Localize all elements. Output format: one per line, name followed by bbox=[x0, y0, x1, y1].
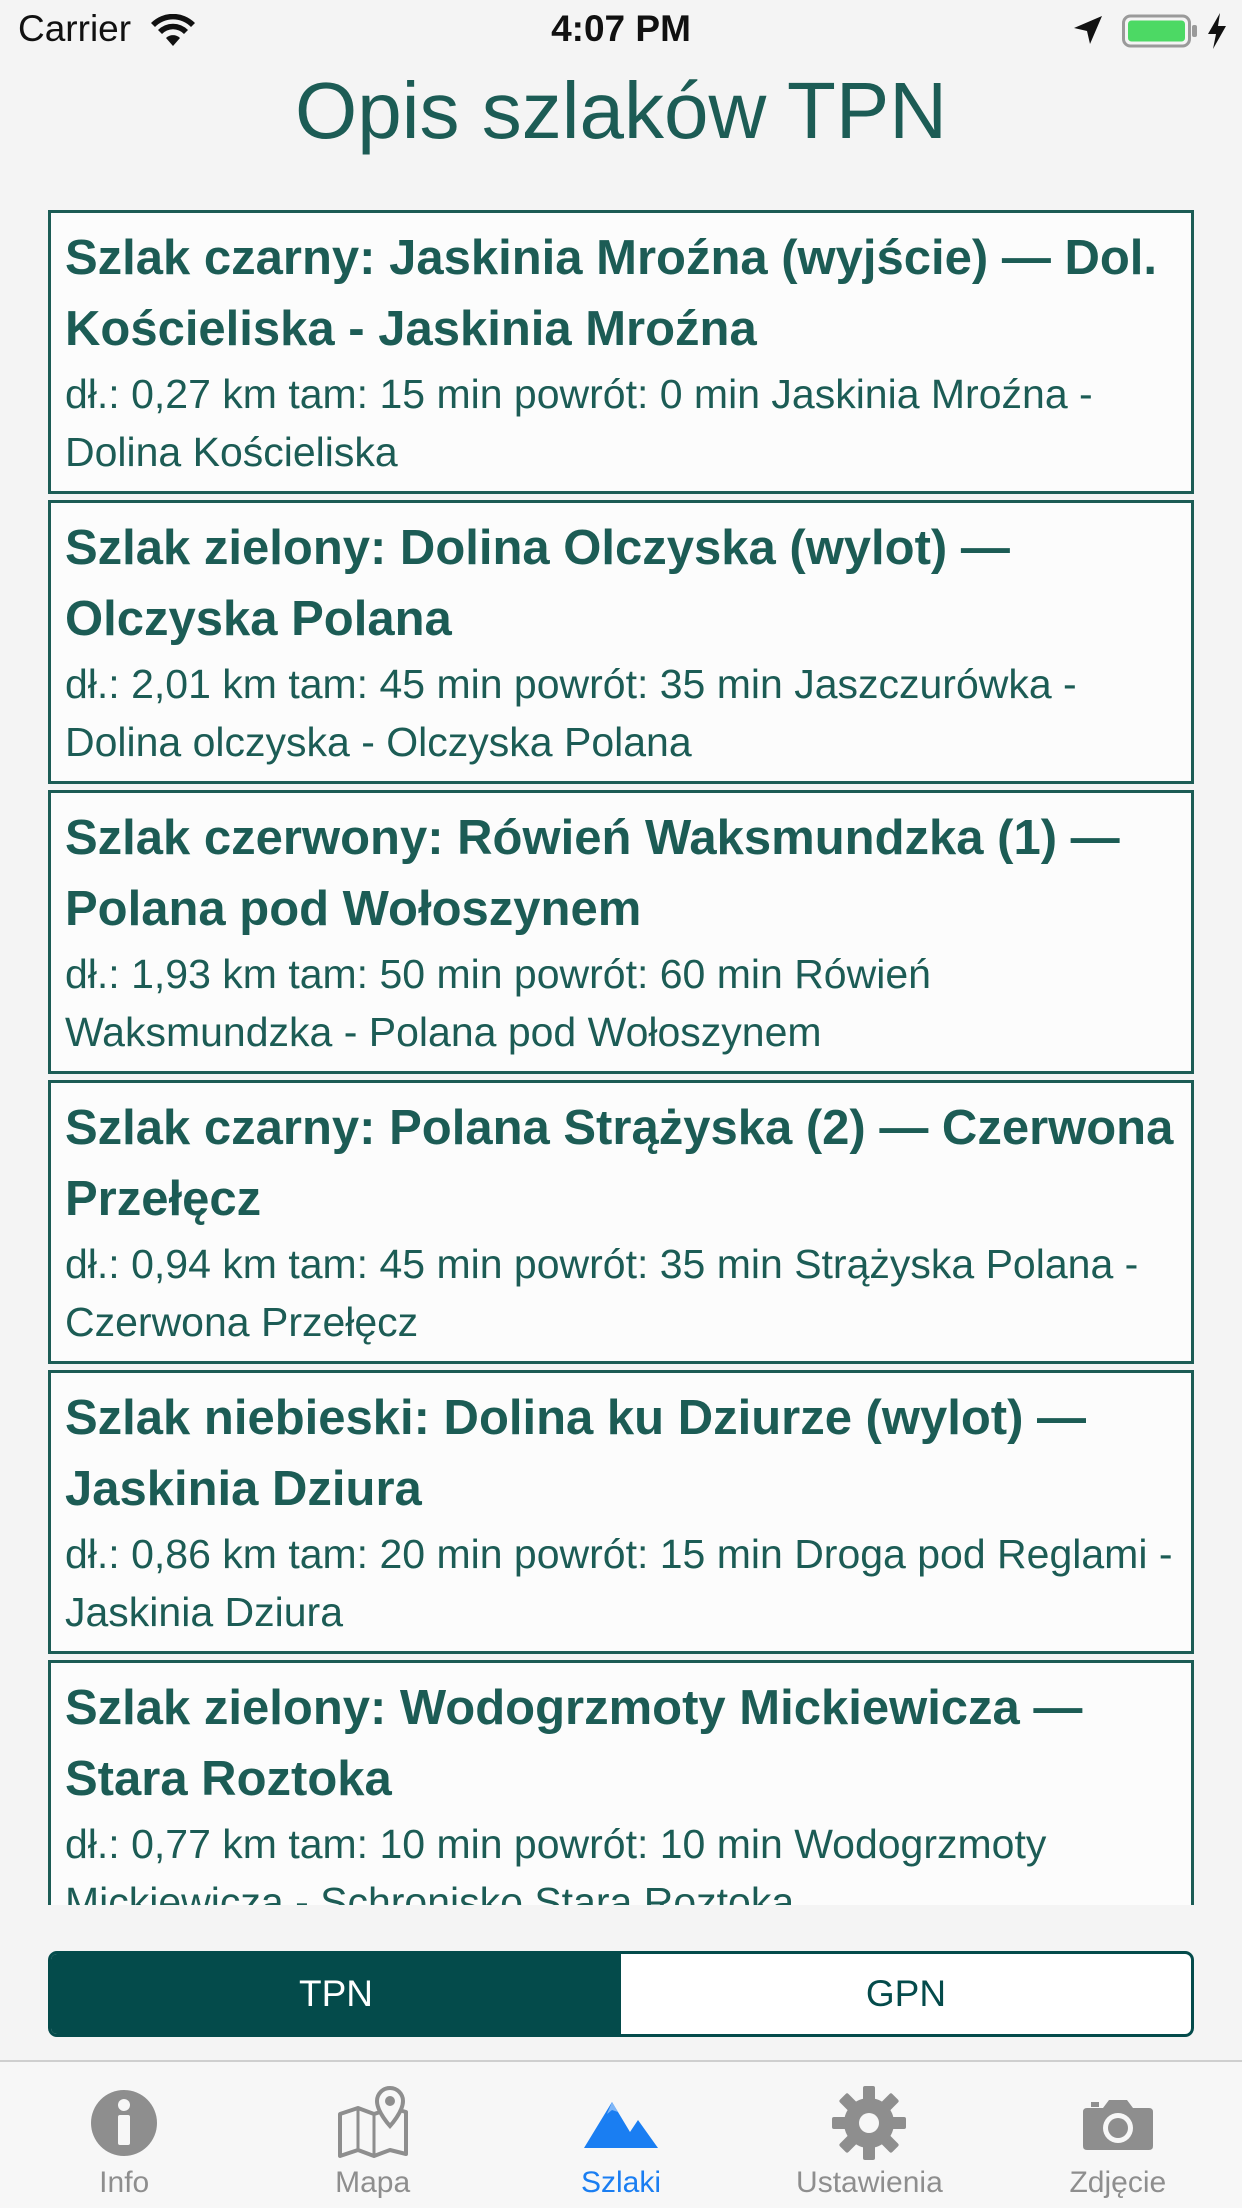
battery-icon bbox=[1122, 14, 1197, 48]
trail-title: Szlak zielony: Wodogrzmoty Mickiewicza —… bbox=[65, 1681, 1083, 1806]
trail-item[interactable]: Szlak czarny: Polana Strążyska (2) — Cze… bbox=[48, 1080, 1194, 1364]
tab-label: Mapa bbox=[335, 2166, 411, 2199]
tab-zdjecie[interactable]: Zdjęcie bbox=[994, 2062, 1242, 2208]
tab-ustawienia[interactable]: Ustawienia bbox=[745, 2062, 993, 2208]
status-bar: Carrier 4:07 PM bbox=[0, 0, 1242, 60]
mountain-icon bbox=[584, 2102, 659, 2148]
trail-description: dł.: 2,01 km tam: 45 min powrót: 35 min … bbox=[65, 661, 1077, 765]
trail-description: dł.: 0,94 km tam: 45 min powrót: 35 min … bbox=[65, 1241, 1139, 1345]
location-arrow-icon bbox=[1074, 16, 1102, 44]
segment-tpn[interactable]: TPN bbox=[51, 1954, 621, 2034]
trail-title: Szlak czarny: Polana Strążyska (2) — Cze… bbox=[65, 1101, 1174, 1226]
map-icon bbox=[337, 2085, 408, 2158]
trail-list[interactable]: Szlak czarny: Jaskinia Mroźna (wyjście) … bbox=[48, 210, 1194, 1905]
trail-title: Szlak zielony: Dolina Olczyska (wylot) —… bbox=[65, 521, 1010, 646]
clock: 4:07 PM bbox=[551, 8, 691, 49]
trail-title: Szlak czerwony: Rówień Waksmundzka (1) —… bbox=[65, 811, 1120, 936]
trail-description: dł.: 1,93 km tam: 50 min powrót: 60 min … bbox=[65, 951, 931, 1055]
park-segmented-control[interactable]: TPN GPN bbox=[48, 1951, 1194, 2037]
trail-item[interactable]: Szlak niebieski: Dolina ku Dziurze (wylo… bbox=[48, 1370, 1194, 1654]
tab-label: Szlaki bbox=[581, 2166, 662, 2199]
tab-info[interactable]: Info bbox=[0, 2062, 248, 2208]
trail-item[interactable]: Szlak czarny: Jaskinia Mroźna (wyjście) … bbox=[48, 210, 1194, 494]
gear-icon bbox=[832, 2086, 907, 2160]
trail-description: dł.: 0,77 km tam: 10 min powrót: 10 min … bbox=[65, 1821, 1047, 1905]
trail-item[interactable]: Szlak czerwony: Rówień Waksmundzka (1) —… bbox=[48, 790, 1194, 1074]
segment-gpn[interactable]: GPN bbox=[621, 1954, 1191, 2034]
tab-label: Ustawienia bbox=[796, 2166, 943, 2199]
tab-mapa[interactable]: Mapa bbox=[248, 2062, 496, 2208]
trail-item[interactable]: Szlak zielony: Dolina Olczyska (wylot) —… bbox=[48, 500, 1194, 784]
tab-label: Zdjęcie bbox=[1069, 2166, 1167, 2199]
trail-item[interactable]: Szlak zielony: Wodogrzmoty Mickiewicza —… bbox=[48, 1660, 1194, 1905]
trail-title: Szlak czarny: Jaskinia Mroźna (wyjście) … bbox=[65, 231, 1157, 356]
tab-bar: Info Mapa Szlaki Ustawienia Zdjęcie bbox=[0, 2060, 1242, 2208]
trail-description: dł.: 0,86 km tam: 20 min powrót: 15 min … bbox=[65, 1531, 1173, 1635]
trail-title: Szlak niebieski: Dolina ku Dziurze (wylo… bbox=[65, 1391, 1087, 1516]
info-icon bbox=[91, 2090, 158, 2156]
tab-szlaki[interactable]: Szlaki bbox=[497, 2062, 745, 2208]
trail-description: dł.: 0,27 km tam: 15 min powrót: 0 min J… bbox=[65, 371, 1093, 475]
page-title: Opis szlaków TPN bbox=[294, 66, 948, 155]
charging-bolt-icon bbox=[1208, 13, 1226, 49]
camera-icon bbox=[1082, 2100, 1153, 2150]
tab-label: Info bbox=[99, 2166, 150, 2199]
